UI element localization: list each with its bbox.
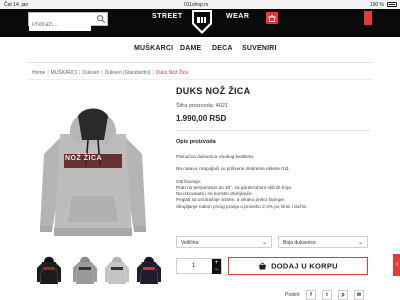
cart-icon: [268, 14, 276, 22]
share-facebook-icon[interactable]: f: [306, 290, 316, 300]
status-datetime: Čet 14. jan: [4, 2, 29, 8]
description-line: Pamučna dukserica visokog kvaliteta.: [176, 154, 255, 159]
chevron-down-icon: ⌄: [357, 240, 363, 246]
breadcrumb-dukseri-standardni[interactable]: Dukseri (Standardni): [105, 70, 151, 76]
search-input[interactable]: [29, 19, 91, 31]
color-select[interactable]: Boja dukserice ⌄: [278, 236, 368, 248]
nav-item-dame[interactable]: DAME: [180, 45, 201, 52]
description-heading: Opis proizvoda: [176, 139, 216, 145]
add-to-cart-label: DODAJ U KORPU: [271, 261, 338, 271]
product-code: Šifra proizvoda: 4021: [176, 103, 228, 109]
battery-icon: [387, 2, 397, 7]
search-icon[interactable]: [96, 14, 106, 24]
thumbnail-grey-hoodie[interactable]: [72, 254, 98, 288]
nav-item-suveniri[interactable]: SUVENIRI: [242, 45, 277, 52]
basket-icon: [259, 262, 267, 270]
status-bar: Čet 14. jan 011shop.rs 100 %: [0, 0, 400, 9]
header-cart-button[interactable]: [266, 12, 278, 24]
nav-item-deca[interactable]: DECA: [212, 45, 233, 52]
brand-street-text: STREET: [152, 13, 183, 20]
nav-divider: [28, 62, 372, 63]
thumbnail-light-grey-hoodie[interactable]: [104, 254, 130, 288]
logo-011-icon[interactable]: [190, 9, 214, 35]
main-nav: MUŠKARCI DAME DECA SUVENIRI: [0, 40, 400, 60]
product-price: 1.990,00 RSD: [176, 114, 227, 123]
thumbnail-navy-hoodie[interactable]: [136, 254, 162, 288]
quantity-plus-button[interactable]: +: [212, 259, 221, 267]
nav-item-muskarci[interactable]: MUŠKARCI: [134, 45, 173, 52]
size-select[interactable]: Veličina ⌄: [176, 236, 272, 248]
header-account-button[interactable]: [364, 11, 372, 25]
breadcrumb-divider: [28, 79, 372, 80]
share-pinterest-icon[interactable]: p: [338, 290, 348, 300]
product-description: Pamučna dukserica visokog kvaliteta. Na …: [176, 154, 368, 210]
share-twitter-icon[interactable]: t: [322, 290, 332, 300]
quantity-minus-button[interactable]: −: [212, 267, 221, 274]
description-line: Skupljanje nakon prvog pranja u proseku …: [176, 203, 308, 209]
breadcrumb: Home | MUŠKARCI | Dukserі | Dukseri (Standardn…: [32, 70, 189, 76]
hoodie-print-text: NOŽ ŽICA: [65, 155, 103, 162]
brand-wear-text: WEAR: [226, 13, 250, 20]
product-image-hoodie[interactable]: [38, 94, 148, 246]
chevron-left-icon[interactable]: ‹: [394, 257, 400, 273]
add-to-cart-button[interactable]: DODAJ U KORPU: [228, 257, 368, 275]
share-email-icon[interactable]: ✉: [354, 290, 364, 300]
product-title: DUKS NOŽ ŽICA: [176, 86, 251, 96]
color-select-label: Boja dukserice: [283, 240, 316, 246]
info-divider: [176, 130, 370, 131]
description-line: Na rukavu i kapuljači su prišvene diskre…: [176, 166, 291, 172]
breadcrumb-home[interactable]: Home: [32, 70, 45, 76]
breadcrumb-dukseri[interactable]: Dukserі: [82, 70, 99, 76]
breadcrumb-muskarci[interactable]: MUŠKARCI: [51, 70, 77, 76]
share-label: Podeli:: [285, 292, 301, 298]
breadcrumb-current: Duks Nož Žica: [155, 70, 189, 76]
search-box[interactable]: [28, 12, 108, 31]
status-url[interactable]: 011shop.rs: [184, 2, 208, 8]
thumbnail-black-hoodie[interactable]: [36, 254, 62, 288]
quantity-stepper[interactable]: 1 + −: [176, 258, 222, 274]
site-header: STREET WEAR: [0, 9, 400, 37]
size-select-label: Veličina: [181, 240, 199, 246]
status-battery-text: 100 %: [369, 2, 384, 8]
chevron-down-icon: ⌄: [261, 240, 267, 246]
quantity-value[interactable]: 1: [192, 263, 195, 269]
